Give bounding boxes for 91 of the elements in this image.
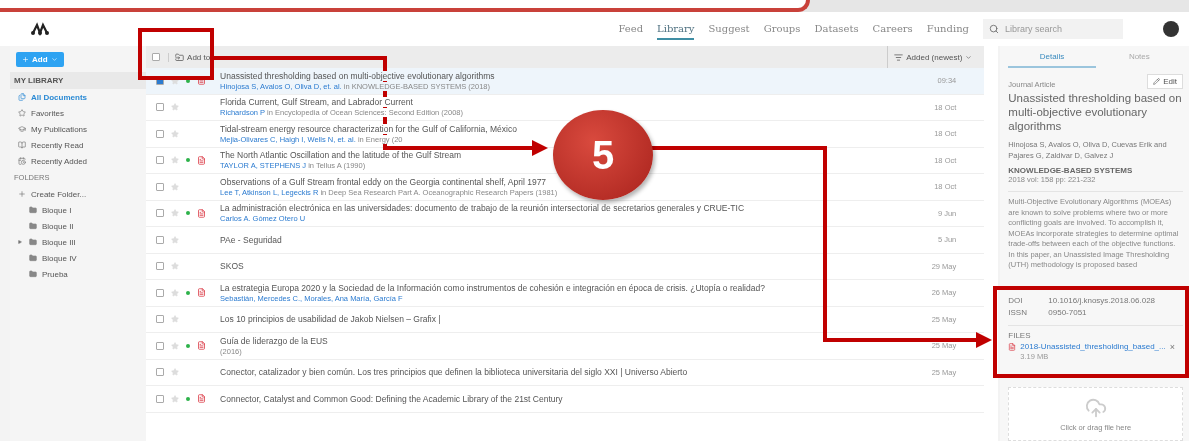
logo-icon[interactable] [30,22,50,36]
document-title: Observations of a Gulf Stream frontal eddy on the Georgia continental shelf, April 1977 [220,176,547,187]
documents-icon [18,93,26,101]
folder-icon [29,270,37,278]
expand-icon[interactable] [18,240,22,244]
document-title: Unassisted thresholding based on multi-objective evolutionary algorithms [1008,92,1183,134]
caret-icon [50,56,58,63]
avatar[interactable] [1163,21,1179,37]
folder-item[interactable]: Bloque II [10,218,147,234]
nav-link[interactable]: Feed [618,18,644,40]
star-icon[interactable] [171,262,180,271]
star-icon[interactable] [171,315,180,324]
folder-icon [29,222,37,230]
folder-icon [175,52,185,62]
create-folder-link[interactable]: Create Folder... [10,186,147,202]
sidebar-item[interactable]: Recently Added [10,153,147,169]
document-title: PAe - Seguridad [220,234,282,245]
nav-link[interactable]: Funding [926,18,969,40]
file-link[interactable]: 2018-Unassisted_thresholding_based_... [1020,342,1166,352]
folder-item[interactable]: Prueba [10,266,147,282]
folder-item[interactable]: Bloque I [10,202,147,218]
plus-icon [18,190,26,198]
star-icon[interactable] [171,235,180,244]
pencil-icon [1153,78,1161,85]
nav-link[interactable]: Groups [763,18,801,40]
row-checkbox[interactable] [156,394,165,403]
nav-link[interactable]: Suggest [708,18,750,40]
star-icon[interactable] [171,341,180,350]
star-icon[interactable] [171,288,180,297]
row-checkbox[interactable] [156,341,165,350]
plus-icon [22,56,29,63]
pdf-icon [1008,342,1017,351]
document-title: Conector, catalizador y bien común. Los tres principios que definen la biblioteca universitaria del siglo XXI | Universo Abierto [220,367,688,378]
edit-button[interactable]: Edit [1147,74,1183,89]
star-icon[interactable] [171,368,180,377]
section-header: MY LIBRARY [10,72,147,89]
star-icon[interactable] [171,103,180,112]
document-title: Tidal-stream energy resource characterization for the Gulf of California, México [220,123,517,134]
star-icon[interactable] [171,394,180,403]
document-title: The North Atlantic Oscillation and the latitude of the Gulf Stream [220,150,462,161]
cloud-upload-icon [1084,396,1107,419]
row-checkbox[interactable] [156,288,165,297]
document-title: Florida Current, Gulf Stream, and Labrador Current [220,97,413,108]
folder-item[interactable]: Bloque III [10,234,147,250]
add-to-button[interactable]: Add to [168,52,217,62]
row-checkbox[interactable] [156,262,165,271]
sidebar-item[interactable]: My Publications [10,121,147,137]
journal-name: KNOWLEDGE-BASED SYSTEMS [1008,166,1134,176]
star-icon[interactable] [171,156,180,165]
identifier-label: ISSN [1008,307,1028,317]
identifier-value: 0950-7051 [1048,307,1087,317]
nav-link[interactable]: Datasets [814,18,859,40]
sidebar-item[interactable]: Recently Read [10,137,147,153]
document-title: La administración electrónica en las universidades: documento de trabajo de la reunión intersectorial de secretarios generales y CRUE-TIC [220,203,745,214]
graduation-cap-icon [18,125,26,133]
folder-icon [29,254,37,262]
star-icon[interactable] [171,182,180,191]
select-all-checkbox[interactable] [152,53,161,61]
star-icon [18,109,26,117]
row-checkbox[interactable] [156,129,165,138]
identifier-label: DOI [1008,295,1024,305]
star-icon[interactable] [171,209,180,218]
row-checkbox[interactable] [156,235,165,244]
row-checkbox[interactable] [156,368,165,377]
caret-icon [965,53,973,61]
document-title: La estrategia Europa 2020 y la Sociedad de la Información como instrumentos de cohesión e integración en época de crisis. ¿Utopía o realidad? [220,282,765,293]
document-title: Guía de liderazgo de la EUS [220,335,328,346]
sort-icon [894,52,904,62]
document-title: SKOS [220,261,244,272]
sidebar-item[interactable]: Favorites [10,105,147,121]
nav-link[interactable]: Library [657,18,695,40]
document-title: Unassisted thresholding based on multi-objective evolutionary algorithms [220,70,495,81]
row-checkbox[interactable] [156,156,165,165]
document-title: Connector, Catalyst and Common Good: Defining the Academic Library of the 21st Century [220,393,563,404]
search-icon [989,24,999,34]
calendar-icon [18,157,26,165]
book-icon [18,141,26,149]
folder-icon [29,206,37,214]
remove-button[interactable]: × [1169,341,1183,352]
panel-tab[interactable]: Details [1008,46,1096,68]
folder-item[interactable]: Bloque IV [10,250,147,266]
star-icon[interactable] [171,129,180,138]
document-title: Los 10 principios de usabilidad de Jakob Nielsen – Grafix | [220,314,441,325]
row-checkbox[interactable] [156,103,165,112]
nav-link[interactable]: Careers [872,18,913,40]
row-checkbox[interactable] [156,209,165,218]
identifier-value: 10.1016/j.knosys.2018.06.028 [1048,295,1156,305]
row-checkbox[interactable] [156,182,165,191]
folder-icon [29,238,37,246]
files-header: FILES [1008,324,1183,340]
row-checkbox[interactable] [156,315,165,324]
